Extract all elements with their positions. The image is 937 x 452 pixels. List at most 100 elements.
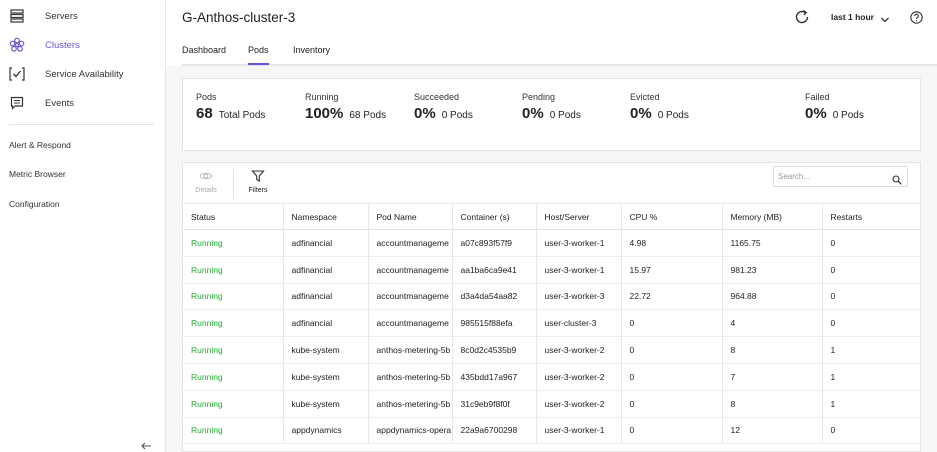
search-box bbox=[773, 166, 908, 187]
sidebar-item-events[interactable]: Events bbox=[0, 90, 166, 116]
toolbar-divider bbox=[233, 169, 234, 199]
column-header-pod-name[interactable]: Pod Name bbox=[368, 203, 453, 230]
cell-pod-name: anthos-metering-5b bbox=[368, 336, 453, 364]
table-row[interactable]: Running adfinancial accountmanageme d3a4… bbox=[183, 283, 920, 311]
cell-host: user-3-worker-1 bbox=[536, 229, 622, 257]
stat-value: 0% bbox=[414, 105, 436, 122]
table-row[interactable]: Running kube-system anthos-metering-5b 8… bbox=[183, 336, 920, 364]
sidebar-item-servers[interactable]: Servers bbox=[0, 3, 166, 29]
stat-failed: Failed 0% 0 Pods bbox=[805, 92, 864, 122]
tab-pods[interactable]: Pods bbox=[248, 45, 269, 65]
stat-value: 100% bbox=[305, 105, 344, 122]
sidebar-link-metric-browser[interactable]: Metric Browser bbox=[9, 169, 66, 179]
table-row[interactable]: Running kube-system anthos-metering-5b 4… bbox=[183, 363, 920, 391]
pods-table: Status Namespace Pod Name Container (s) … bbox=[183, 203, 920, 445]
column-header-containers[interactable]: Container (s) bbox=[452, 203, 537, 230]
cell-restarts: 0 bbox=[822, 417, 920, 445]
cell-restarts: 0 bbox=[822, 229, 920, 257]
events-icon bbox=[9, 95, 25, 111]
column-header-host-server[interactable]: Host/Server bbox=[536, 203, 622, 230]
sidebar: Servers Clusters Service Availability Ev… bbox=[0, 0, 166, 452]
table-row[interactable]: Running adfinancial accountmanageme 9855… bbox=[183, 309, 920, 338]
cell-cpu: 0 bbox=[621, 363, 723, 391]
stat-pending: Pending 0% 0 Pods bbox=[522, 92, 581, 122]
stat-label: Pods bbox=[196, 92, 217, 102]
servers-icon bbox=[9, 8, 25, 24]
sidebar-item-clusters[interactable]: Clusters bbox=[0, 32, 166, 58]
cell-host: user-3-worker-1 bbox=[536, 256, 622, 284]
table-row[interactable]: Running appdynamics appdynamics-opera 22… bbox=[183, 417, 920, 445]
cell-memory: 8 bbox=[722, 336, 823, 364]
cell-container: aa1ba6ca9e41 bbox=[452, 256, 537, 284]
search-icon[interactable] bbox=[892, 172, 902, 185]
cell-container: 22a9a6700298 bbox=[452, 417, 537, 445]
page-header: G-Anthos-cluster-3 last 1 hour Dashboard… bbox=[166, 0, 937, 66]
cell-host: user-3-worker-2 bbox=[536, 390, 622, 418]
filters-button[interactable]: Filters bbox=[238, 169, 278, 194]
cell-namespace: adfinancial bbox=[283, 309, 369, 338]
filters-label: Filters bbox=[248, 187, 268, 194]
cell-status: Running bbox=[183, 390, 284, 418]
sidebar-link-alert-respond[interactable]: Alert & Respond bbox=[9, 140, 71, 150]
cell-container: 31c9eb9f8f0f bbox=[452, 390, 537, 418]
cell-namespace: adfinancial bbox=[283, 283, 369, 311]
sidebar-divider bbox=[9, 124, 154, 125]
column-header-restarts[interactable]: Restarts bbox=[822, 203, 920, 230]
cell-container: 435bdd17a967 bbox=[452, 363, 537, 391]
cell-cpu: 22.72 bbox=[621, 283, 723, 311]
cell-cpu: 4.98 bbox=[621, 229, 723, 257]
stat-label: Pending bbox=[522, 92, 556, 102]
service-availability-icon bbox=[9, 66, 25, 82]
column-header-cpu[interactable]: CPU % bbox=[621, 203, 723, 230]
cell-pod-name: accountmanageme bbox=[368, 309, 453, 338]
cell-restarts: 1 bbox=[822, 336, 920, 364]
tab-dashboard[interactable]: Dashboard bbox=[182, 45, 226, 63]
pods-table-card: Details Filters Status Namespace bbox=[182, 162, 921, 452]
cell-cpu: 0 bbox=[621, 417, 723, 445]
cell-restarts: 1 bbox=[822, 390, 920, 418]
cell-container: d3a4da54aa82 bbox=[452, 283, 537, 311]
cell-status: Running bbox=[183, 256, 284, 284]
stat-value: 0% bbox=[805, 105, 827, 122]
refresh-icon[interactable] bbox=[794, 9, 810, 25]
help-icon[interactable] bbox=[910, 11, 923, 24]
sidebar-link-configuration[interactable]: Configuration bbox=[9, 199, 60, 209]
cell-container: 985515f88efa bbox=[452, 309, 537, 338]
sidebar-item-label: Clusters bbox=[45, 39, 80, 51]
cell-pod-name: appdynamics-opera bbox=[368, 417, 453, 445]
column-header-namespace[interactable]: Namespace bbox=[283, 203, 369, 230]
sidebar-item-service-availability[interactable]: Service Availability bbox=[0, 61, 166, 87]
details-button[interactable]: Details bbox=[186, 169, 226, 194]
time-range-selector[interactable]: last 1 hour bbox=[831, 12, 874, 22]
main-content: G-Anthos-cluster-3 last 1 hour Dashboard… bbox=[166, 0, 937, 452]
cell-namespace: appdynamics bbox=[283, 417, 369, 445]
cell-namespace: adfinancial bbox=[283, 256, 369, 284]
column-header-status[interactable]: Status bbox=[183, 203, 284, 230]
details-label: Details bbox=[195, 187, 217, 194]
stat-label: Evicted bbox=[630, 92, 660, 102]
table-row[interactable]: Running adfinancial accountmanageme a07c… bbox=[183, 229, 920, 257]
stat-value: 68 bbox=[196, 105, 213, 122]
stat-value: 0% bbox=[522, 105, 544, 122]
cell-cpu: 0 bbox=[621, 336, 723, 364]
column-header-memory[interactable]: Memory (MB) bbox=[722, 203, 823, 230]
cell-pod-name: accountmanageme bbox=[368, 256, 453, 284]
arrow-left-icon[interactable] bbox=[141, 441, 152, 452]
cell-container: 8c0d2c4535b9 bbox=[452, 336, 537, 364]
cell-status: Running bbox=[183, 336, 284, 364]
cell-pod-name: anthos-metering-5b bbox=[368, 390, 453, 418]
search-input[interactable] bbox=[778, 169, 883, 184]
chevron-down-icon[interactable] bbox=[880, 12, 890, 23]
cell-host: user-cluster-3 bbox=[536, 309, 622, 338]
stat-evicted: Evicted 0% 0 Pods bbox=[630, 92, 689, 122]
cell-namespace: adfinancial bbox=[283, 229, 369, 257]
table-row[interactable]: Running kube-system anthos-metering-5b 3… bbox=[183, 390, 920, 418]
cell-host: user-3-worker-2 bbox=[536, 336, 622, 364]
table-row[interactable]: Running adfinancial accountmanageme aa1b… bbox=[183, 256, 920, 284]
page-title: G-Anthos-cluster-3 bbox=[182, 10, 296, 25]
cell-memory: 964.88 bbox=[722, 283, 823, 311]
cell-pod-name: accountmanageme bbox=[368, 283, 453, 311]
tab-inventory[interactable]: Inventory bbox=[293, 45, 330, 63]
cell-restarts: 1 bbox=[822, 363, 920, 391]
cell-namespace: kube-system bbox=[283, 390, 369, 418]
